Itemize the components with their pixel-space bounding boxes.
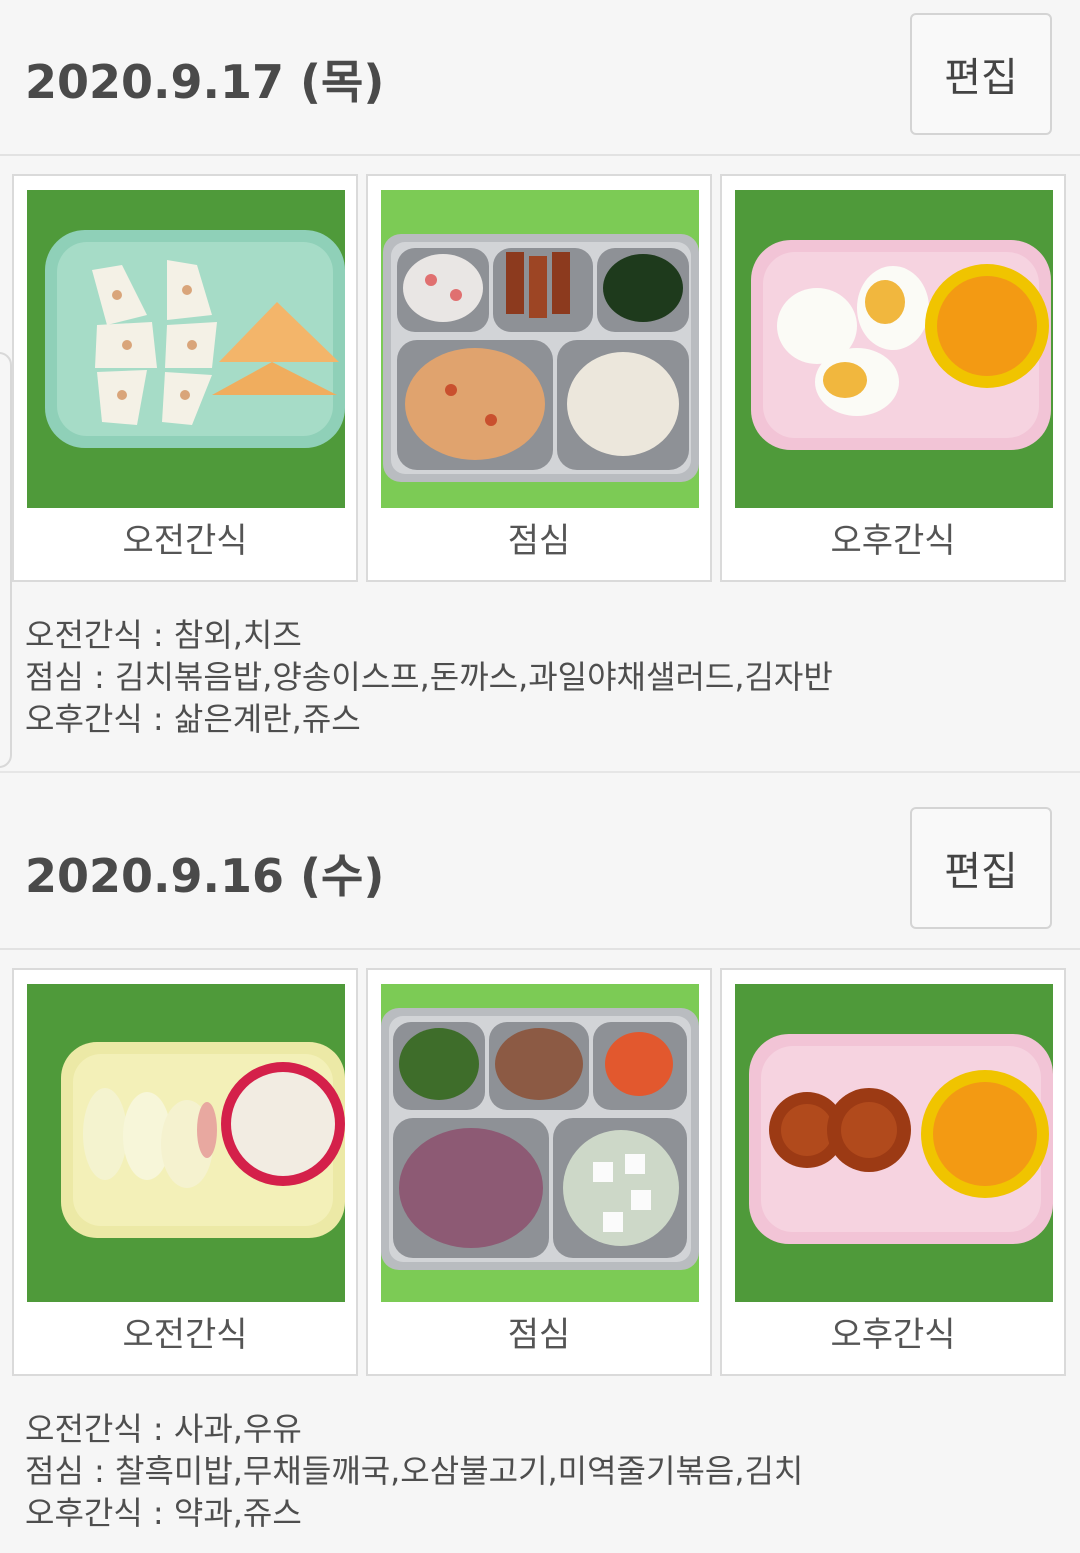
menu-line-lunch: 점심 : 찰흑미밥,무채들깨국,오삼불고기,미역줄기볶음,김치 (25, 1452, 804, 1490)
melon-cheese-photo (27, 190, 345, 508)
meal-photo[interactable] (735, 190, 1053, 508)
meal-label: 오전간식 (122, 1315, 248, 1355)
day-date-title: 2020.9.16 (수) (25, 849, 385, 903)
menu-line-morning: 오전간식 : 사과,우유 (25, 1410, 302, 1448)
lunch-tray-photo (381, 984, 699, 1302)
meal-card-afternoon-snack[interactable]: 오후간식 (720, 968, 1066, 1376)
meal-photo-row: 오전간식 점심 오후간식 (0, 174, 1080, 584)
meal-photo[interactable] (27, 984, 345, 1302)
lunch-tray-photo (381, 190, 699, 508)
edit-button[interactable]: 편집 (910, 807, 1052, 929)
meal-photo[interactable] (381, 190, 699, 508)
meal-card-lunch[interactable]: 점심 (366, 968, 712, 1376)
meal-photo-row: 오전간식 점심 오후간식 (0, 968, 1080, 1378)
meal-photo[interactable] (735, 984, 1053, 1302)
menu-description: 오전간식 : 참외,치즈 점심 : 김치볶음밥,양송이스프,돈까스,과일야채샐러… (25, 614, 1065, 740)
day-section-0916: 2020.9.16 (수) 편집 오전간식 점심 오후간식 오전간식: 사과,… (0, 794, 1080, 1532)
day-header: 2020.9.16 (수) 편집 (0, 794, 1080, 950)
section-divider (0, 771, 1080, 773)
day-header: 2020.9.17 (목) 편집 (0, 0, 1080, 156)
meal-photo[interactable] (381, 984, 699, 1302)
day-section-0917: 2020.9.17 (목) 편집 오전간식 점심 오후간식 오전간식: 참외,… (0, 0, 1080, 773)
meal-label: 오후간식 (830, 1315, 956, 1355)
meal-card-lunch[interactable]: 점심 (366, 174, 712, 582)
meal-label: 점심 (507, 1315, 571, 1355)
meal-photo[interactable] (27, 190, 345, 508)
meal-label: 점심 (507, 521, 571, 561)
meal-card-morning-snack[interactable]: 오전간식 (12, 968, 358, 1376)
menu-line-morning: 오전간식 : 참외,치즈 (25, 616, 302, 654)
menu-line-afternoon: 오후간식 : 삶은계란,쥬스 (25, 700, 361, 738)
day-date-title: 2020.9.17 (목) (25, 55, 385, 109)
menu-description: 오전간식 : 사과,우유 점심 : 찰흑미밥,무채들깨국,오삼불고기,미역줄기볶… (25, 1408, 1065, 1534)
meal-label: 오전간식 (122, 521, 248, 561)
menu-line-lunch: 점심 : 김치볶음밥,양송이스프,돈까스,과일야채샐러드,김자반 (25, 658, 833, 696)
yakgwa-juice-photo (735, 984, 1053, 1302)
egg-juice-photo (735, 190, 1053, 508)
edit-button[interactable]: 편집 (910, 13, 1052, 135)
meal-label: 오후간식 (830, 521, 956, 561)
meal-card-morning-snack[interactable]: 오전간식 (12, 174, 358, 582)
menu-line-afternoon: 오후간식 : 약과,쥬스 (25, 1494, 302, 1532)
meal-card-afternoon-snack[interactable]: 오후간식 (720, 174, 1066, 582)
apple-milk-photo (27, 984, 345, 1302)
